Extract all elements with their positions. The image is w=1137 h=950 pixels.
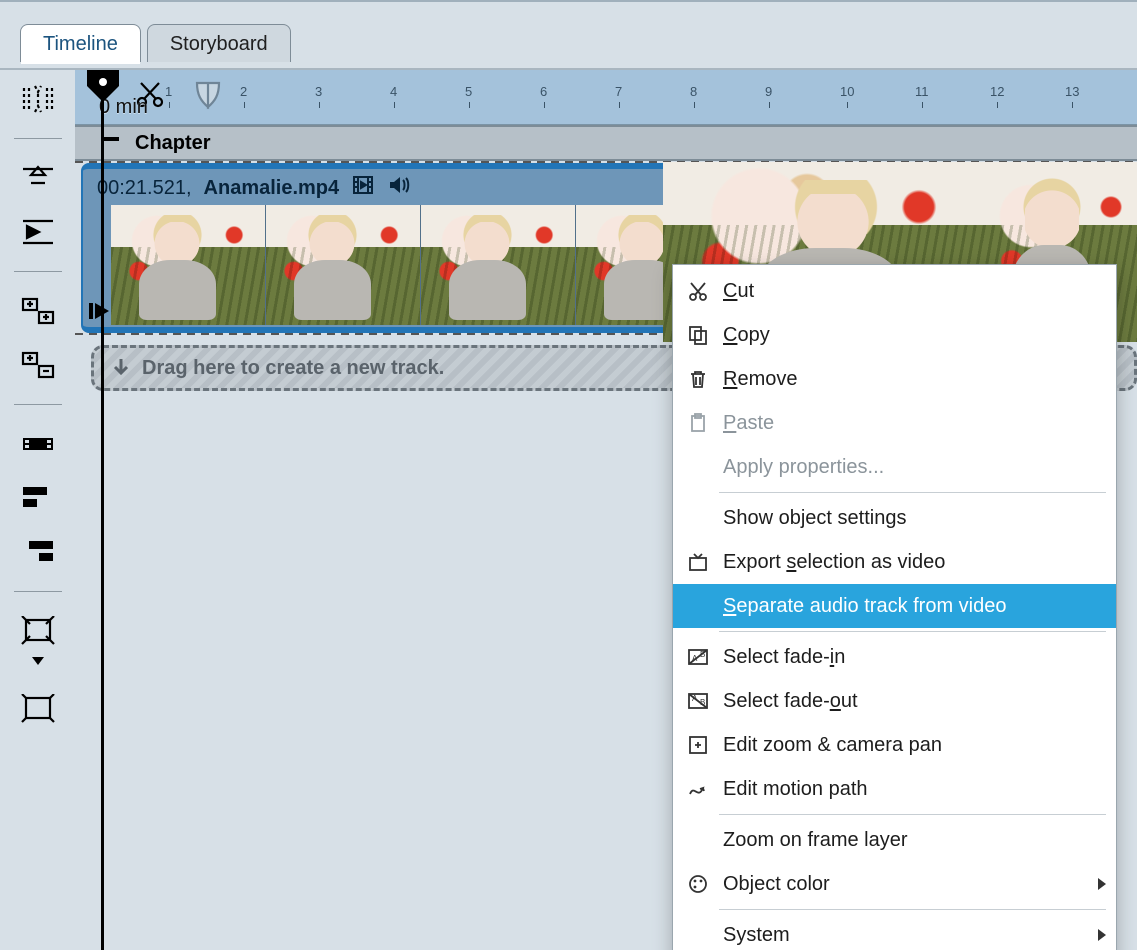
tab-timeline[interactable]: Timeline	[20, 24, 141, 62]
menu-apply-properties: Apply properties...	[673, 445, 1116, 489]
zoom-camera-icon	[681, 734, 715, 756]
menu-fade-in[interactable]: AB Select fade-in	[673, 635, 1116, 679]
menu-copy[interactable]: Copy	[673, 313, 1116, 357]
trash-icon	[681, 368, 715, 390]
svg-text:A: A	[692, 694, 698, 703]
motion-path-icon	[681, 778, 715, 800]
svg-text:B: B	[700, 698, 705, 707]
dropzone-label: Drag here to create a new track.	[142, 357, 444, 380]
tool-align-right-icon[interactable]	[18, 535, 58, 569]
ruler-tick: 12	[990, 84, 1004, 99]
menu-fade-out[interactable]: AB Select fade-out	[673, 679, 1116, 723]
tool-remove-track-icon[interactable]	[18, 348, 58, 382]
menu-zoom-camera[interactable]: Edit zoom & camera pan	[673, 723, 1116, 767]
palette-icon	[681, 873, 715, 895]
svg-text:B: B	[700, 650, 705, 659]
ruler-tick: 11	[915, 84, 929, 99]
fadein-icon: AB	[681, 646, 715, 668]
context-menu: Cut Copy Remove Paste Apply properties..…	[672, 264, 1117, 950]
ruler-tick: 6	[540, 84, 547, 99]
sound-icon	[387, 173, 411, 203]
tab-storyboard[interactable]: Storyboard	[147, 24, 291, 62]
menu-zoom-frame[interactable]: Zoom on frame layer	[673, 818, 1116, 862]
down-arrow-icon	[110, 357, 132, 379]
tool-play-range-icon[interactable]	[18, 215, 58, 249]
menu-system[interactable]: System	[673, 913, 1116, 950]
tool-film-icon[interactable]	[18, 427, 58, 461]
view-tabs: Timeline Storyboard	[20, 24, 291, 62]
fadeout-icon: AB	[681, 690, 715, 712]
menu-motion-path[interactable]: Edit motion path	[673, 767, 1116, 811]
ruler-tick: 2	[240, 84, 247, 99]
tool-align-left-icon[interactable]	[18, 481, 58, 515]
ruler-tick: 7	[615, 84, 622, 99]
clip-filename: Anamalie.mp4	[204, 177, 340, 200]
tool-crop-in-icon[interactable]	[18, 614, 58, 648]
ruler-tick: 1	[165, 84, 172, 99]
cut-icon	[681, 280, 715, 302]
ruler-tick: 9	[765, 84, 772, 99]
ruler-tick: 10	[840, 84, 854, 99]
ruler-ticks: 1234567891011121314	[75, 70, 1137, 124]
timeline-ruler[interactable]: 0 min 1234567891011121314	[75, 70, 1137, 125]
tool-align-top-icon[interactable]	[18, 161, 58, 195]
menu-separate-audio[interactable]: Separate audio track from video	[673, 584, 1116, 628]
ruler-tick: 4	[390, 84, 397, 99]
menu-object-color[interactable]: Object color	[673, 862, 1116, 906]
svg-text:A: A	[692, 654, 698, 663]
tv-icon	[681, 551, 715, 573]
menu-cut[interactable]: Cut	[673, 269, 1116, 313]
chevron-right-icon	[1098, 929, 1106, 941]
menu-object-settings[interactable]: Show object settings	[673, 496, 1116, 540]
menu-paste: Paste	[673, 401, 1116, 445]
film-icon	[351, 173, 375, 203]
tool-split-icon[interactable]	[18, 82, 58, 116]
tool-sidebar	[0, 70, 75, 950]
playhead-line[interactable]	[101, 70, 104, 950]
ruler-tick: 13	[1065, 84, 1079, 99]
tool-crop-out-icon[interactable]	[18, 692, 58, 726]
chapter-header[interactable]: Chapter	[75, 125, 1137, 161]
chapter-title: Chapter	[135, 132, 211, 155]
menu-remove[interactable]: Remove	[673, 357, 1116, 401]
copy-icon	[681, 324, 715, 346]
clip-start-icon	[89, 303, 109, 319]
chevron-right-icon	[1098, 878, 1106, 890]
ruler-tick: 3	[315, 84, 322, 99]
menu-export-video[interactable]: Export selection as video	[673, 540, 1116, 584]
tool-add-track-icon[interactable]	[18, 294, 58, 328]
ruler-tick: 5	[465, 84, 472, 99]
paste-icon	[681, 412, 715, 434]
clip-time: 00:21.521,	[97, 177, 192, 200]
playhead-handle[interactable]	[83, 70, 123, 100]
ruler-tick: 8	[690, 84, 697, 99]
